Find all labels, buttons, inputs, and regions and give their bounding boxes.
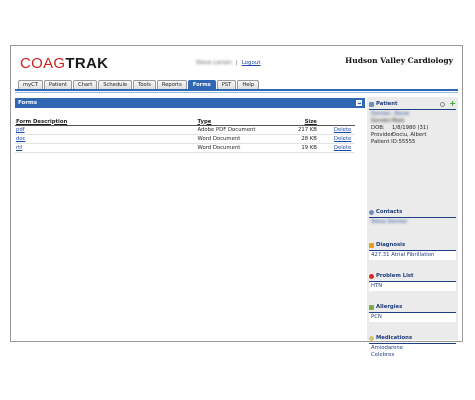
list-item[interactable]: HTN [371, 283, 454, 290]
gender-label: Gender: [371, 118, 393, 124]
column-header-size[interactable]: Size [290, 118, 318, 126]
patient-details: Dernier, Steve Gender: Male DOB: 1/8/1980 … [369, 110, 456, 147]
tab-underline [15, 89, 458, 91]
diagnosis-section: Diagnosis 427.31 Atrial Fibrillation [369, 240, 456, 260]
diagnosis-section-title: Diagnosis [376, 242, 406, 248]
form-type: Adobe PDF Document [196, 125, 291, 135]
patient-name: Dernier, Steve [371, 111, 410, 117]
no-entry-icon [369, 273, 374, 279]
diagnosis-icon [369, 242, 374, 248]
problem-list: HTN [369, 282, 456, 291]
contacts-section: Contacts Steve Dernier [369, 207, 456, 227]
delete-link[interactable]: Delete [317, 125, 355, 135]
gender-value: Male [392, 118, 405, 124]
allergies-list: PCN [369, 313, 456, 322]
medications-section-header: Medications [369, 333, 456, 344]
patient-id-label: Patient ID: [371, 139, 399, 145]
dob-label: DOB: [371, 125, 385, 131]
patient-sidebar: Patient + Dernier, Steve Gender: Male DOB… [367, 97, 458, 360]
logo-text-trak: TRAK [65, 55, 109, 72]
logo-text-coag: COAG [20, 55, 66, 72]
table-row: pdf Adobe PDF Document 217 KB Delete [15, 125, 355, 135]
form-type: Word Document [196, 143, 291, 153]
patient-provider-row: Provider: Dociu, Albert [371, 132, 454, 139]
diagnosis-section-header: Diagnosis [369, 240, 456, 251]
column-header-type[interactable]: Type [196, 118, 291, 126]
practice-name: Hudson Valley Cardiology [345, 56, 453, 65]
list-item[interactable]: Celebrex [371, 352, 454, 359]
allergies-section: Allergies PCN [369, 302, 456, 322]
forms-panel-header: Forms [15, 98, 365, 108]
form-link[interactable]: doc [15, 134, 197, 144]
diagnosis-list: 427.31 Atrial Fibrillation [369, 251, 456, 260]
patient-section: Patient + Dernier, Steve Gender: Male DOB… [369, 99, 456, 147]
provider-value: Dociu, Albert [392, 132, 427, 138]
problem-list-section-title: Problem List [376, 273, 414, 279]
table-header-row: Form Description Type Size [15, 118, 355, 126]
list-item[interactable]: PCN [371, 314, 454, 321]
form-link[interactable]: rtf [15, 143, 197, 153]
form-size: 28 KB [290, 134, 318, 144]
medications-list: Amiodarone Celebrex [369, 344, 456, 360]
allergies-section-title: Allergies [376, 304, 403, 310]
list-item[interactable]: 427.31 Atrial Fibrillation [371, 252, 454, 259]
app-logo: COAGTRAK [20, 55, 108, 72]
form-type: Word Document [196, 134, 291, 144]
medications-section-title: Medications [376, 335, 413, 341]
delete-link[interactable]: Delete [317, 143, 355, 153]
allergies-icon [369, 304, 374, 310]
forms-panel-title: Forms [18, 100, 38, 106]
problem-list-section: Problem List HTN [369, 271, 456, 291]
form-size: 217 KB [290, 125, 318, 135]
column-header-description[interactable]: Form Description [15, 118, 197, 126]
tab-underline-light [15, 92, 458, 93]
logout-link[interactable]: Logout [242, 60, 261, 66]
delete-link[interactable]: Delete [317, 134, 355, 144]
patient-gender-row: Gender: Male [371, 118, 454, 125]
user-bar: Steve Larsen | Logout [196, 60, 261, 66]
provider-label: Provider: [371, 132, 395, 138]
table-row: doc Word Document 28 KB Delete [15, 134, 355, 144]
patient-dob-row: DOB: 1/8/1980 (31) [371, 125, 454, 132]
contacts-list: Steve Dernier [369, 218, 456, 227]
contacts-section-title: Contacts [376, 209, 403, 215]
list-item[interactable]: Amiodarone [371, 345, 454, 352]
search-icon[interactable] [440, 101, 446, 107]
contacts-section-header: Contacts [369, 207, 456, 218]
patient-tools: + [440, 100, 456, 108]
patient-section-header: Patient + [369, 99, 456, 110]
allergies-section-header: Allergies [369, 302, 456, 313]
user-name: Steve Larsen [196, 60, 232, 66]
problem-list-section-header: Problem List [369, 271, 456, 282]
form-size: 19 KB [290, 143, 318, 153]
app-window: COAGTRAK Steve Larsen | Logout Hudson Vall… [10, 45, 463, 360]
patient-id-value: 55555 [398, 139, 416, 145]
form-link[interactable]: pdf [15, 125, 197, 135]
user-bar-separator: | [235, 60, 238, 66]
pill-icon [369, 335, 374, 341]
patient-section-title: Patient [376, 101, 398, 107]
patient-id-row: Patient ID: 55555 [371, 139, 454, 146]
patient-icon [369, 101, 374, 107]
list-item[interactable]: Steve Dernier [371, 219, 454, 226]
collapse-icon[interactable] [356, 100, 362, 106]
contacts-icon [369, 209, 374, 215]
add-patient-icon[interactable]: + [449, 100, 456, 108]
column-header-action [317, 118, 355, 126]
medications-section: Medications Amiodarone Celebrex [369, 333, 456, 360]
dob-value: 1/8/1980 (31) [392, 125, 429, 131]
forms-table: Form Description Type Size pdf Adobe PDF… [15, 118, 355, 153]
table-row: rtf Word Document 19 KB Delete [15, 143, 355, 153]
